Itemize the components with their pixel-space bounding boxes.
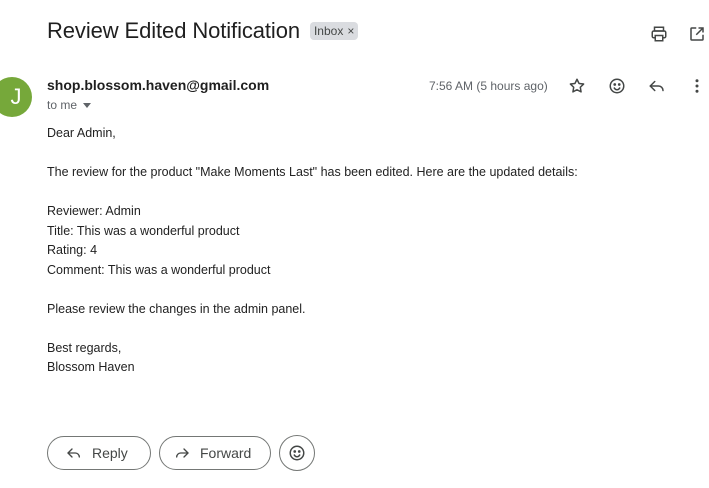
- footer-actions: Reply Forward: [47, 435, 315, 471]
- body-comment: Comment: This was a wonderful product: [47, 262, 271, 277]
- body-intro: The review for the product "Make Moments…: [47, 165, 578, 179]
- body-closing: Best regards,: [47, 340, 122, 355]
- email-body: Dear Admin, The review for the product "…: [47, 124, 578, 378]
- sender-email[interactable]: shop.blossom.haven@gmail.com: [47, 77, 269, 93]
- body-signature: Blossom Haven: [47, 360, 135, 374]
- reply-icon[interactable]: [645, 74, 669, 98]
- reply-icon: [66, 445, 82, 461]
- body-instruction: Please review the changes in the admin p…: [47, 301, 306, 316]
- body-title: Title: This was a wonderful product: [47, 223, 240, 238]
- forward-label: Forward: [200, 445, 252, 461]
- emoji-icon[interactable]: [605, 74, 629, 98]
- forward-icon: [174, 445, 190, 461]
- forward-button[interactable]: Forward: [159, 436, 271, 470]
- message-actions: [565, 74, 709, 98]
- chevron-down-icon[interactable]: [83, 102, 92, 108]
- reply-button[interactable]: Reply: [47, 436, 151, 470]
- subject-row: Review Edited Notification Inbox ×: [47, 18, 359, 44]
- label-text: Inbox: [313, 24, 344, 38]
- open-in-new-window-icon[interactable]: [685, 22, 709, 46]
- email-subject: Review Edited Notification: [47, 18, 300, 43]
- reply-label: Reply: [92, 445, 128, 461]
- avatar-letter: J: [10, 84, 22, 109]
- body-rating: Rating: 4: [47, 243, 98, 257]
- emoji-reaction-button[interactable]: [279, 435, 315, 471]
- body-reviewer: Reviewer: Admin: [47, 204, 141, 218]
- recipient-line[interactable]: to me: [47, 98, 92, 112]
- body-greeting: Dear Admin,: [47, 126, 116, 140]
- recipient-text: to me: [47, 98, 78, 112]
- star-icon[interactable]: [565, 74, 589, 98]
- message-timestamp: 7:56 AM (5 hours ago): [429, 79, 548, 93]
- more-vert-icon[interactable]: [685, 74, 709, 98]
- sender-avatar[interactable]: J: [0, 77, 32, 117]
- print-icon[interactable]: [647, 22, 671, 46]
- thread-toolbar: [633, 22, 709, 46]
- remove-label-icon[interactable]: ×: [347, 24, 354, 38]
- emoji-icon: [288, 444, 306, 462]
- inbox-label-chip[interactable]: Inbox ×: [309, 22, 359, 40]
